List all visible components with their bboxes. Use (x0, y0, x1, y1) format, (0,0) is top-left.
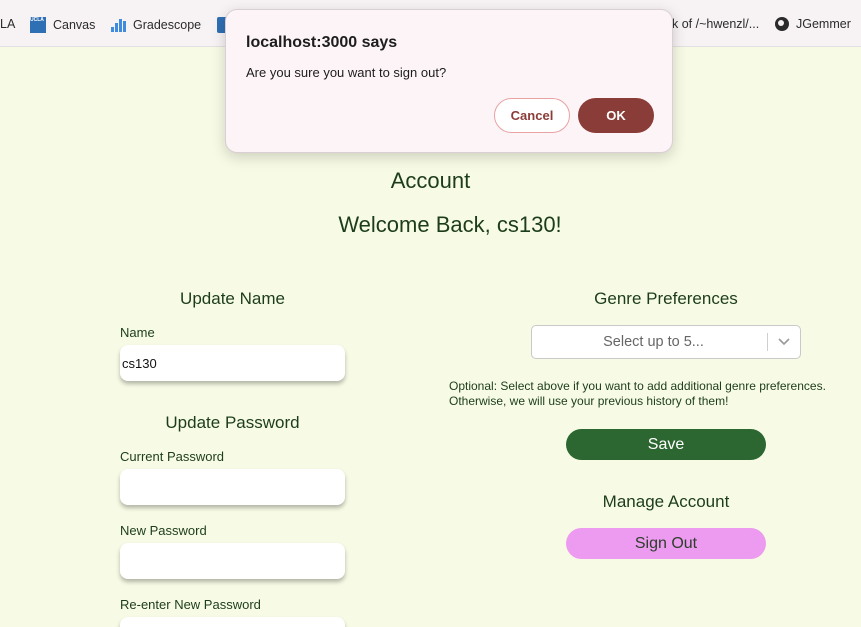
current-password-label: Current Password (120, 449, 225, 464)
dialog-title: localhost:3000 says (246, 34, 398, 51)
gradescope-icon (110, 17, 126, 33)
bookmark-label: Canvas (53, 18, 96, 32)
manage-account-heading: Manage Account (602, 492, 730, 511)
update-password-heading: Update Password (165, 413, 300, 432)
dialog-message: Are you sure you want to sign out? (246, 65, 447, 80)
name-input[interactable] (120, 345, 345, 381)
name-label: Name (120, 325, 155, 340)
genre-select[interactable]: Select up to 5... (531, 325, 801, 359)
confirm-dialog: localhost:3000 says Are you sure you wan… (225, 9, 673, 153)
reenter-password-input[interactable] (120, 617, 345, 627)
sign-out-button[interactable]: Sign Out (566, 528, 766, 559)
bookmark-label: Gradescope (133, 18, 202, 32)
update-name-heading: Update Name (180, 289, 285, 308)
genre-hint: Optional: Select above if you want to ad… (449, 379, 826, 408)
ok-button[interactable]: OK (578, 98, 654, 133)
welcome-message: Welcome Back, cs130! (338, 212, 562, 237)
globe-icon (775, 17, 789, 31)
bookmark-canvas[interactable]: UCLA Canvas (30, 17, 95, 33)
bookmark-gradescope[interactable]: Gradescope (110, 17, 201, 33)
bookmark-hwenzl[interactable]: k of /~hwenzl/... (672, 17, 759, 31)
genre-select-placeholder: Select up to 5... (603, 334, 704, 350)
page-title: Account (390, 168, 471, 193)
bookmark-jgemmer[interactable]: JGemmer (775, 17, 851, 31)
bookmark-label: JGemmer (796, 17, 851, 31)
genre-preferences-heading: Genre Preferences (594, 289, 738, 308)
canvas-icon: UCLA (30, 17, 46, 33)
new-password-label: New Password (120, 523, 207, 538)
current-password-input[interactable] (120, 469, 345, 505)
bookmark-label: k of /~hwenzl/... (672, 17, 760, 31)
save-button[interactable]: Save (566, 429, 766, 460)
cancel-button[interactable]: Cancel (494, 98, 570, 133)
chevron-down-icon[interactable] (768, 326, 800, 358)
reenter-password-label: Re-enter New Password (120, 597, 261, 612)
bookmark-label: LA (0, 17, 16, 31)
bookmark-ucla[interactable]: LA (0, 17, 15, 31)
new-password-input[interactable] (120, 543, 345, 579)
